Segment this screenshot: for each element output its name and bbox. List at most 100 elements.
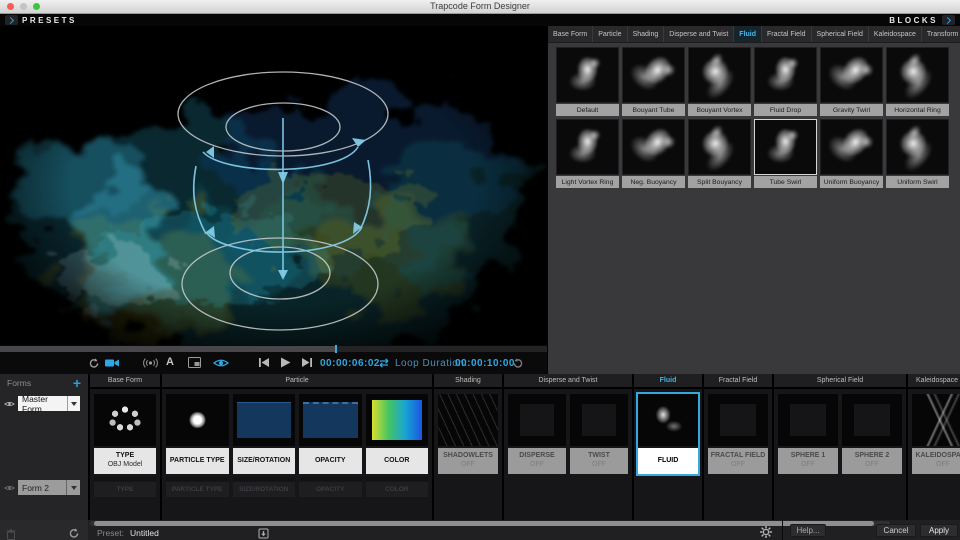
tab-base-form[interactable]: Base Form <box>548 26 593 42</box>
visibility-eye-icon[interactable] <box>213 357 227 370</box>
footer-bar: Preset: Untitled Help... Cancel Apply <box>0 520 960 540</box>
chevron-down-icon <box>66 480 80 495</box>
preset-thumbnail <box>622 47 685 103</box>
group-kaleidospace: Kaleidospace KALEIDOSPACEOFF <box>908 374 960 520</box>
preset-uniform-buoyancy[interactable]: Uniform Buoyancy <box>820 119 883 188</box>
scrollbar-thumb[interactable] <box>94 521 874 526</box>
form2-block-type[interactable]: TYPE <box>94 477 156 497</box>
opacity-thumbnail <box>299 394 362 446</box>
preset-neg-buoyancy[interactable]: Neg. Buoyancy <box>622 119 685 188</box>
chevron-down-icon <box>67 396 80 411</box>
reset-loop-icon[interactable] <box>512 357 526 370</box>
apply-button[interactable]: Apply <box>920 524 958 537</box>
reset-view-icon[interactable] <box>88 357 102 370</box>
add-form-button[interactable]: + <box>73 375 81 391</box>
block-fluid[interactable]: FLUID <box>638 394 698 520</box>
form-select-master[interactable]: Master Form <box>18 396 80 411</box>
tab-shading[interactable]: Shading <box>628 26 665 42</box>
loop-icon[interactable] <box>377 357 391 370</box>
block-fractal-field[interactable]: FRACTAL FIELDOFF <box>708 394 768 520</box>
block-twist[interactable]: TWISTOFF <box>570 394 628 520</box>
blocks-drawer-button[interactable]: BLOCKS <box>889 14 955 26</box>
help-button[interactable]: Help... <box>790 524 826 537</box>
timeline-scrubber[interactable] <box>0 345 547 353</box>
visibility-eye-icon[interactable] <box>4 484 15 492</box>
preset-thumbnail <box>556 119 619 175</box>
gear-icon[interactable] <box>760 525 772 540</box>
titlebar: Trapcode Form Designer <box>0 0 960 14</box>
chevron-right-icon <box>5 15 18 25</box>
group-fractal-field: Fractal Field FRACTAL FIELDOFF <box>704 374 772 520</box>
preview-viewport[interactable] <box>0 26 547 345</box>
blocks-label: BLOCKS <box>889 16 938 25</box>
go-to-start-button[interactable] <box>258 357 272 370</box>
form-designer-window: Trapcode Form Designer PRESETS BLOCKS <box>0 0 960 540</box>
form-row-master: Master Form <box>4 396 80 411</box>
preset-split-bouyancy[interactable]: Split Bouyancy <box>688 119 751 188</box>
block-particle-type[interactable]: PARTICLE TYPE PARTICLE TYPE <box>166 394 229 520</box>
go-to-end-button[interactable] <box>301 357 315 370</box>
tab-kaleidospace[interactable]: Kaleidospace <box>869 26 922 42</box>
form-select-2[interactable]: Form 2 <box>18 480 80 495</box>
block-opacity[interactable]: OPACITY OPACITY <box>299 394 362 520</box>
group-base-form: Base Form TYPEOBJ Model TYPE <box>90 374 160 520</box>
forms-title: Forms <box>7 378 31 388</box>
form2-block-color[interactable]: COLOR <box>366 477 429 497</box>
camera-icon[interactable] <box>105 357 119 370</box>
block-shadowlets[interactable]: SHADOWLETSOFF <box>438 394 498 520</box>
block-sphere-2[interactable]: SPHERE 2OFF <box>842 394 902 520</box>
tab-fractal-field[interactable]: Fractal Field <box>762 26 812 42</box>
timeline-elapsed <box>0 346 336 352</box>
preset-tube-swirl[interactable]: Tube Swirl <box>754 119 817 188</box>
undo-icon[interactable] <box>68 526 80 540</box>
form2-block-particle-type[interactable]: PARTICLE TYPE <box>166 477 229 497</box>
preset-name: Untitled <box>130 528 159 538</box>
cancel-button[interactable]: Cancel <box>876 524 916 537</box>
tab-particle[interactable]: Particle <box>593 26 627 42</box>
play-button[interactable] <box>280 357 294 370</box>
blocks-strip: Forms + Master Form Form 2 Base Form <box>0 374 960 520</box>
preset-thumbnail <box>622 119 685 175</box>
visibility-eye-icon[interactable] <box>4 400 15 408</box>
disperse-thumbnail <box>508 394 566 446</box>
preset-horizontal-ring[interactable]: Horizontal Ring <box>886 47 949 116</box>
preset-uniform-swirl[interactable]: Uniform Swirl <box>886 119 949 188</box>
block-type[interactable]: TYPEOBJ Model TYPE <box>94 394 156 520</box>
preset-bouyant-vortex[interactable]: Bouyant Vortex <box>688 47 751 116</box>
forms-panel: Forms + Master Form Form 2 <box>0 374 88 520</box>
form-row-2: Form 2 <box>4 480 80 495</box>
block-kaleidospace[interactable]: KALEIDOSPACEOFF <box>912 394 960 520</box>
particle-type-thumbnail <box>166 394 229 446</box>
preset-gravity-twirl[interactable]: Gravity Twirl <box>820 47 883 116</box>
trash-icon[interactable] <box>6 527 16 540</box>
fluid-preset-grid: Default Bouyant Tube Bouyant Vortex Flui… <box>548 43 960 188</box>
block-color[interactable]: COLOR COLOR <box>366 394 429 520</box>
presets-label: PRESETS <box>22 16 77 25</box>
transport-bar: A 00:00:06:02 Loop Duration: 00:00:10:00 <box>0 353 547 374</box>
tab-transform[interactable]: Transform <box>922 26 960 42</box>
current-time: 00:00:06:02 <box>320 358 380 369</box>
text-overlay-icon[interactable]: A <box>166 356 180 369</box>
preset-fluid-drop[interactable]: Fluid Drop <box>754 47 817 116</box>
block-size-rotation[interactable]: SIZE/ROTATION SIZE/ROTATION <box>233 394 296 520</box>
tab-spherical-field[interactable]: Spherical Field <box>812 26 869 42</box>
tab-disperse-and-twist[interactable]: Disperse and Twist <box>664 26 734 42</box>
save-preset-icon[interactable] <box>258 526 269 540</box>
shadowlets-thumbnail <box>438 394 498 446</box>
chevron-right-icon <box>942 15 955 25</box>
preset-default[interactable]: Default <box>556 47 619 116</box>
preset-bouyant-tube[interactable]: Bouyant Tube <box>622 47 685 116</box>
playhead[interactable] <box>335 345 337 353</box>
tab-fluid[interactable]: Fluid <box>734 26 762 42</box>
form2-block-opacity[interactable]: OPACITY <box>299 477 362 497</box>
motion-blur-icon[interactable] <box>143 357 157 370</box>
preset-light-vortex-ring[interactable]: Light Vortex Ring <box>556 119 619 188</box>
presets-drawer-button[interactable]: PRESETS <box>5 14 77 26</box>
preset-thumbnail <box>754 47 817 103</box>
block-sphere-1[interactable]: SPHERE 1OFF <box>778 394 838 520</box>
preview-window-icon[interactable] <box>188 357 202 370</box>
twist-thumbnail <box>570 394 628 446</box>
block-disperse[interactable]: DISPERSEOFF <box>508 394 566 520</box>
footer-forms-tools <box>0 520 88 540</box>
form2-block-size-rotation[interactable]: SIZE/ROTATION <box>233 477 296 497</box>
